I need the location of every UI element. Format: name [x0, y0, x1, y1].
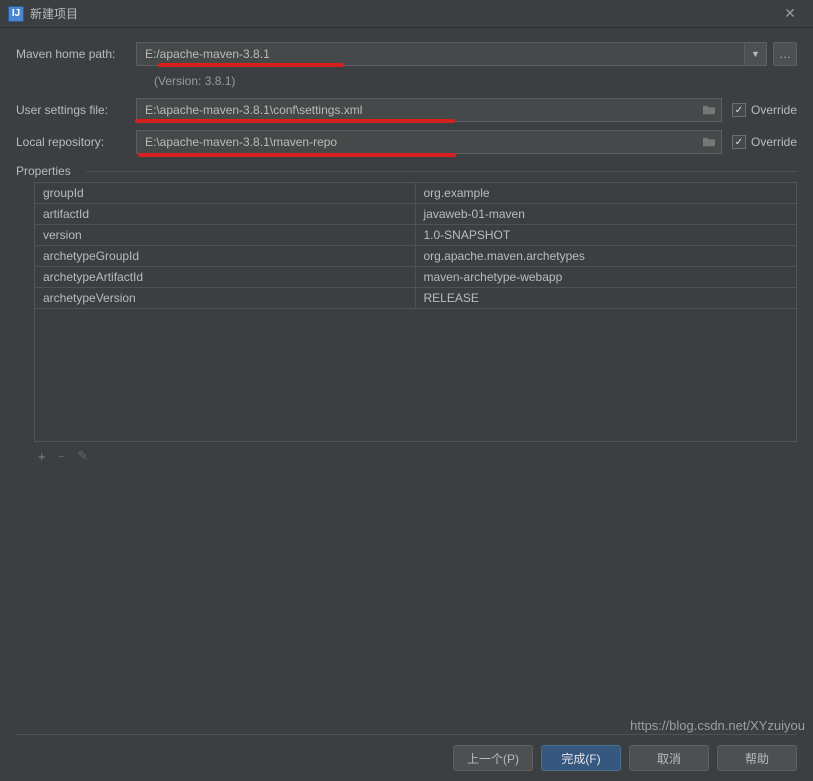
folder-icon	[702, 104, 716, 116]
property-value: javaweb-01-maven	[416, 204, 797, 224]
local-repo-override-checkbox[interactable]: ✓	[732, 135, 746, 149]
table-row[interactable]: archetypeGroupIdorg.apache.maven.archety…	[35, 246, 796, 267]
local-repo-override-label: Override	[751, 135, 797, 149]
help-button[interactable]: 帮助	[717, 745, 797, 771]
maven-home-label: Maven home path:	[16, 47, 136, 61]
property-value: org.apache.maven.archetypes	[416, 246, 797, 266]
maven-home-dropdown-icon[interactable]: ▼	[745, 42, 767, 66]
finish-button[interactable]: 完成(F)	[541, 745, 621, 771]
property-value: 1.0-SNAPSHOT	[416, 225, 797, 245]
maven-home-browse-button[interactable]: …	[773, 42, 797, 66]
remove-property-button[interactable]: −	[58, 449, 66, 464]
property-key: groupId	[35, 183, 416, 203]
property-key: archetypeGroupId	[35, 246, 416, 266]
annotation-underline-2	[135, 119, 455, 123]
maven-version-text: (Version: 3.8.1)	[154, 74, 797, 88]
property-key: archetypeVersion	[35, 288, 416, 308]
intellij-icon: IJ	[8, 6, 24, 22]
property-value: org.example	[416, 183, 797, 203]
local-repo-input[interactable]: E:\apache-maven-3.8.1\maven-repo	[136, 130, 698, 154]
properties-table[interactable]: groupIdorg.exampleartifactIdjavaweb-01-m…	[34, 182, 797, 442]
table-row[interactable]: version1.0-SNAPSHOT	[35, 225, 796, 246]
table-row[interactable]: archetypeArtifactIdmaven-archetype-webap…	[35, 267, 796, 288]
cancel-button[interactable]: 取消	[629, 745, 709, 771]
annotation-underline-3	[138, 153, 456, 157]
previous-button[interactable]: 上一个(P)	[453, 745, 533, 771]
properties-section-title: Properties	[16, 164, 797, 178]
user-settings-override-checkbox[interactable]: ✓	[732, 103, 746, 117]
maven-home-row: Maven home path: E:/apache-maven-3.8.1 ▼…	[16, 42, 797, 66]
property-value: maven-archetype-webapp	[416, 267, 797, 287]
table-row[interactable]: artifactIdjavaweb-01-maven	[35, 204, 796, 225]
titlebar: IJ 新建项目 ✕	[0, 0, 813, 28]
properties-toolbar: + − ✎	[34, 442, 797, 470]
watermark-text: https://blog.csdn.net/XYzuiyou	[630, 718, 805, 733]
local-repo-row: Local repository: E:\apache-maven-3.8.1\…	[16, 130, 797, 154]
user-settings-browse-icon[interactable]	[698, 98, 722, 122]
local-repo-label: Local repository:	[16, 135, 136, 149]
folder-icon	[702, 136, 716, 148]
user-settings-label: User settings file:	[16, 103, 136, 117]
annotation-underline-1	[158, 63, 344, 67]
window-title: 新建项目	[30, 5, 78, 22]
property-value: RELEASE	[416, 288, 797, 308]
table-row[interactable]: archetypeVersionRELEASE	[35, 288, 796, 309]
add-property-button[interactable]: +	[38, 449, 46, 464]
property-key: version	[35, 225, 416, 245]
user-settings-override-label: Override	[751, 103, 797, 117]
dialog-footer: 上一个(P) 完成(F) 取消 帮助	[16, 734, 797, 771]
property-key: archetypeArtifactId	[35, 267, 416, 287]
property-key: artifactId	[35, 204, 416, 224]
local-repo-browse-icon[interactable]	[698, 130, 722, 154]
close-icon[interactable]: ✕	[775, 5, 805, 22]
table-row[interactable]: groupIdorg.example	[35, 183, 796, 204]
edit-property-button[interactable]: ✎	[77, 448, 88, 464]
